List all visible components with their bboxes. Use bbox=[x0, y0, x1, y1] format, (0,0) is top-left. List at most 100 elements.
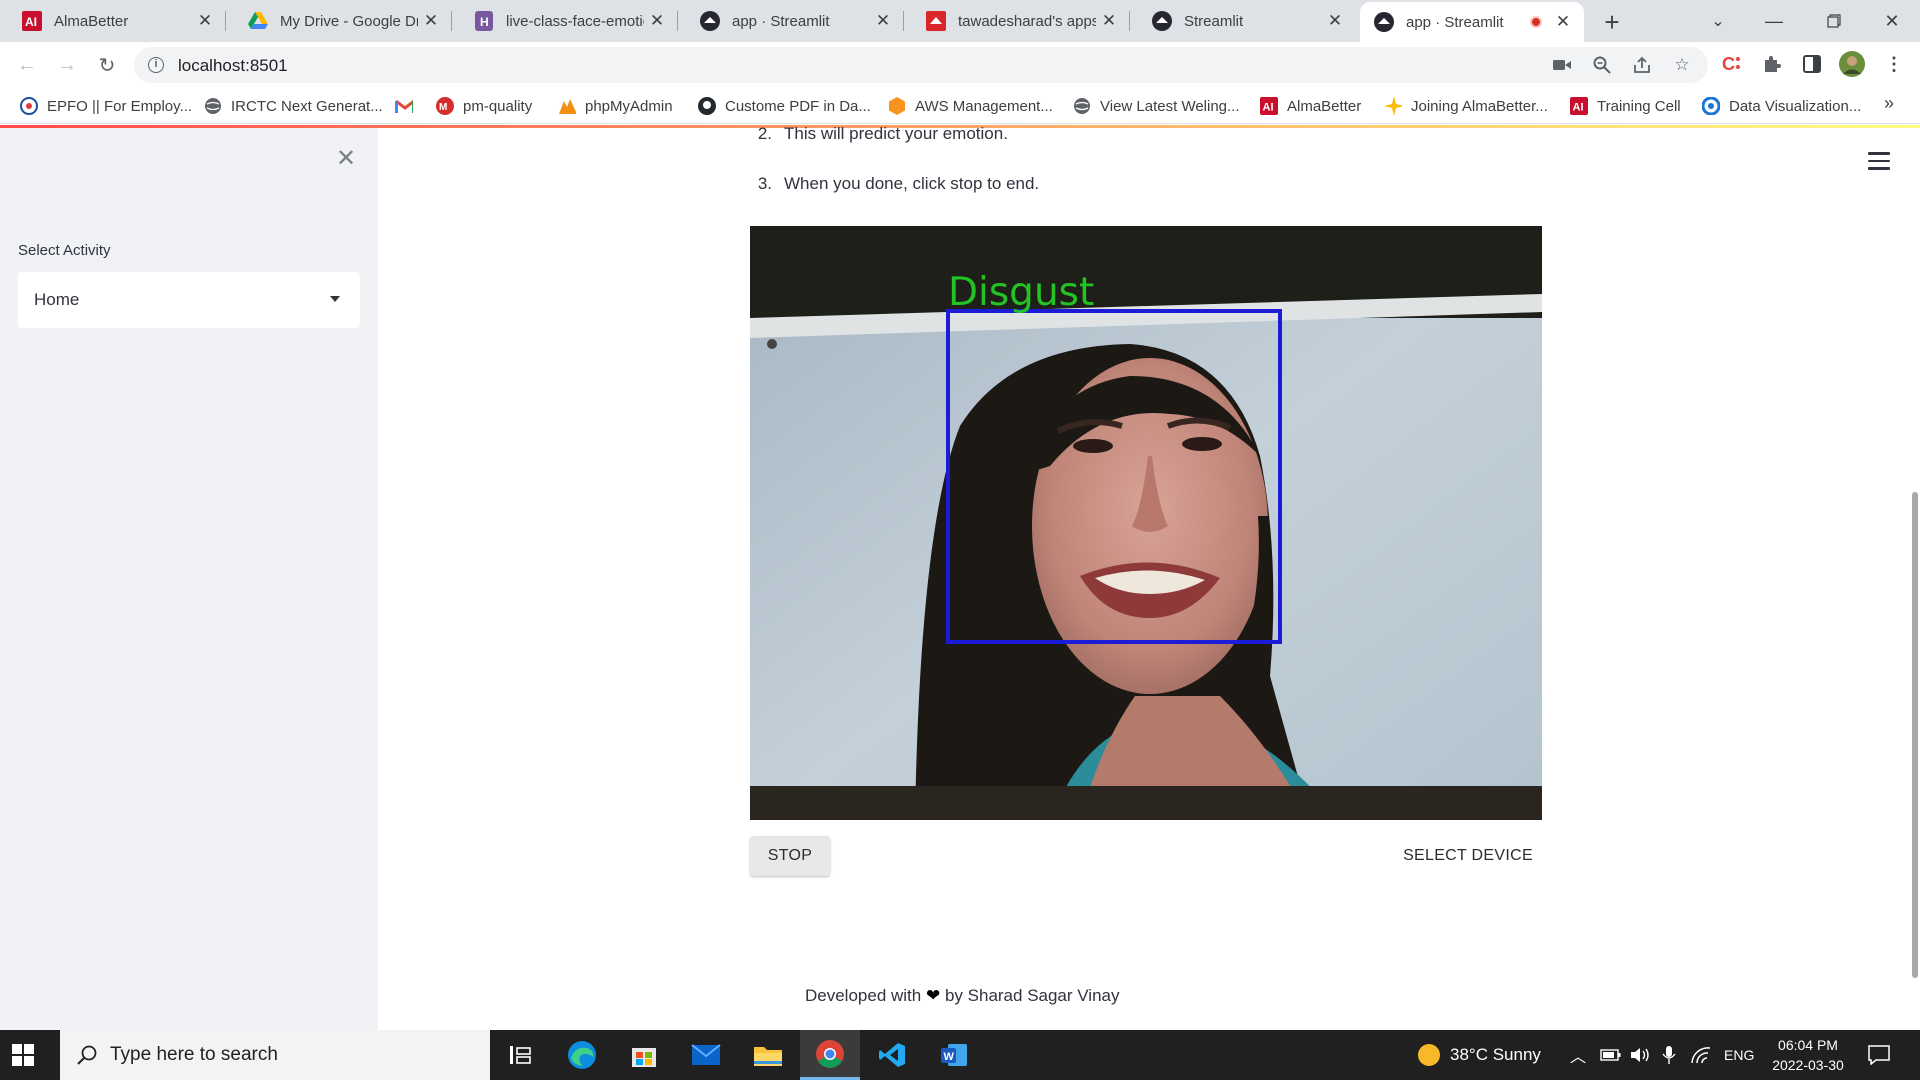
zoom-icon[interactable] bbox=[1591, 54, 1613, 76]
word-icon[interactable]: W bbox=[924, 1030, 984, 1080]
microphone-icon[interactable] bbox=[1662, 1030, 1676, 1080]
tab-streamlit-1[interactable]: app · Streamlit ✕ bbox=[678, 0, 904, 42]
volume-icon[interactable] bbox=[1630, 1030, 1652, 1080]
url-text[interactable]: localhost:8501 bbox=[178, 56, 288, 76]
bookmark-almabetter[interactable]: AI AlmaBetter bbox=[1260, 96, 1361, 116]
instruction-step-2: 2. This will predict your emotion. bbox=[740, 126, 1008, 144]
tab-streamlit-2[interactable]: Streamlit ✕ bbox=[1130, 0, 1356, 42]
tab-streamlit-cloud[interactable]: tawadesharad's apps ✕ bbox=[904, 0, 1130, 42]
back-arrow-icon[interactable]: ← bbox=[12, 50, 42, 80]
tray-overflow-icon[interactable]: ︿ bbox=[1570, 1030, 1586, 1080]
bookmarks-overflow-icon[interactable]: » bbox=[1884, 93, 1894, 114]
system-clock[interactable]: 06:04 PM 2022-03-30 bbox=[1760, 1035, 1856, 1075]
close-icon[interactable]: ✕ bbox=[1322, 8, 1348, 34]
bookmark-gmail[interactable] bbox=[395, 96, 422, 116]
chrome-icon[interactable] bbox=[800, 1030, 860, 1080]
bookmark-weling[interactable]: View Latest Weling... bbox=[1073, 96, 1240, 116]
share-icon[interactable] bbox=[1631, 54, 1653, 76]
tab-search-chevron-icon[interactable]: ⌄ bbox=[1690, 0, 1746, 42]
windows-taskbar: Type here to search W 38°C Sunny ︿ ENG 0… bbox=[0, 1030, 1920, 1080]
window-close-button[interactable]: ✕ bbox=[1864, 0, 1920, 42]
bookmark-label: phpMyAdmin bbox=[585, 97, 673, 115]
taskbar-search[interactable]: Type here to search bbox=[60, 1030, 490, 1080]
sparkle-icon bbox=[1384, 96, 1402, 116]
page-scrollbar[interactable] bbox=[1912, 492, 1918, 978]
close-icon[interactable]: ✕ bbox=[1096, 8, 1122, 34]
extensions-puzzle-icon[interactable] bbox=[1758, 50, 1786, 78]
bookmark-phpmyadmin[interactable]: phpMyAdmin bbox=[558, 96, 673, 116]
github-icon bbox=[698, 97, 716, 115]
bookmark-epfo[interactable]: EPFO || For Employ... bbox=[20, 96, 192, 116]
streamlit-icon bbox=[1152, 11, 1172, 31]
restore-button[interactable] bbox=[1806, 0, 1862, 42]
svg-text:AI: AI bbox=[25, 15, 37, 29]
bookmark-training-cell[interactable]: AI Training Cell bbox=[1570, 96, 1681, 116]
tab-google-drive[interactable]: My Drive - Google Dri ✕ bbox=[226, 0, 452, 42]
clock-date: 2022-03-30 bbox=[1772, 1057, 1844, 1073]
vscode-icon[interactable] bbox=[862, 1030, 922, 1080]
tab-streamlit-active[interactable]: app · Streamlit ✕ bbox=[1360, 2, 1584, 42]
step-number: 3. bbox=[757, 174, 772, 193]
bookmark-pm-quality[interactable]: Mpm-quality bbox=[436, 96, 532, 116]
edge-browser-icon[interactable] bbox=[552, 1030, 612, 1080]
bookmarks-bar: EPFO || For Employ... IRCTC Next Generat… bbox=[0, 88, 1920, 124]
close-icon[interactable]: ✕ bbox=[192, 8, 218, 34]
bookmark-custome-pdf[interactable]: Custome PDF in Da... bbox=[698, 96, 871, 116]
weather-widget[interactable]: 38°C Sunny bbox=[1418, 1030, 1541, 1080]
bookmark-data-visualization[interactable]: Data Visualization... bbox=[1702, 96, 1861, 116]
heroku-icon: H bbox=[474, 11, 494, 31]
close-sidebar-icon[interactable]: ✕ bbox=[334, 145, 358, 172]
almabetter-logo-icon: AI bbox=[1570, 97, 1588, 115]
select-device-button[interactable]: SELECT DEVICE bbox=[1394, 836, 1542, 876]
webcam-video-feed: Disgust bbox=[750, 226, 1542, 820]
bookmark-joining[interactable]: Joining AlmaBetter... bbox=[1384, 96, 1548, 116]
stop-button[interactable]: STOP bbox=[750, 836, 830, 876]
recording-indicator-icon bbox=[1530, 16, 1542, 28]
language-indicator[interactable]: ENG bbox=[1724, 1030, 1754, 1080]
svg-text:M: M bbox=[439, 102, 447, 113]
close-icon[interactable]: ✕ bbox=[870, 8, 896, 34]
sun-icon bbox=[1418, 1044, 1440, 1066]
kebab-menu-icon[interactable]: ⋮ bbox=[1880, 50, 1908, 78]
step-text: When you done, click stop to end. bbox=[784, 174, 1040, 193]
bookmark-aws[interactable]: AWS Management... bbox=[888, 96, 1053, 116]
site-info-icon[interactable]: i bbox=[148, 57, 164, 73]
extension-c-icon[interactable]: C bbox=[1718, 50, 1746, 78]
battery-icon[interactable] bbox=[1600, 1030, 1622, 1080]
minimize-button[interactable]: — bbox=[1746, 0, 1802, 42]
side-panel-icon[interactable] bbox=[1798, 50, 1826, 78]
task-view-icon[interactable] bbox=[490, 1030, 550, 1080]
main-menu-icon[interactable] bbox=[1868, 152, 1890, 170]
close-icon[interactable]: ✕ bbox=[644, 8, 670, 34]
bookmark-label: pm-quality bbox=[463, 97, 533, 115]
tab-almabetter[interactable]: AI AlmaBetter ✕ bbox=[0, 0, 226, 42]
epfo-icon bbox=[20, 97, 38, 115]
close-icon[interactable]: ✕ bbox=[1550, 9, 1576, 35]
forward-arrow-icon[interactable]: → bbox=[52, 50, 82, 80]
bookmark-star-icon[interactable]: ☆ bbox=[1671, 54, 1693, 76]
mail-icon[interactable] bbox=[676, 1030, 736, 1080]
tab-heroku[interactable]: H live-class-face-emotic ✕ bbox=[452, 0, 678, 42]
address-bar[interactable]: i localhost:8501 ☆ bbox=[134, 47, 1708, 83]
bookmark-irctc[interactable]: IRCTC Next Generat... bbox=[204, 96, 383, 116]
close-icon[interactable]: ✕ bbox=[418, 8, 444, 34]
profile-avatar[interactable] bbox=[1838, 50, 1866, 78]
new-tab-button[interactable]: + bbox=[1598, 7, 1626, 37]
file-explorer-icon[interactable] bbox=[738, 1030, 798, 1080]
activity-select[interactable]: Home bbox=[18, 272, 360, 328]
footer-credit: Developed with ❤ by Sharad Sagar Vinay bbox=[805, 986, 1120, 1006]
bookmark-label: Data Visualization... bbox=[1729, 97, 1862, 115]
clock-time: 06:04 PM bbox=[1778, 1037, 1838, 1053]
bookmark-label: EPFO || For Employ... bbox=[47, 97, 193, 115]
wifi-icon[interactable] bbox=[1690, 1030, 1712, 1080]
bookmark-label: IRCTC Next Generat... bbox=[231, 97, 383, 115]
notifications-icon[interactable] bbox=[1868, 1030, 1890, 1080]
camera-icon[interactable] bbox=[1551, 54, 1573, 76]
reload-icon[interactable]: ↻ bbox=[92, 50, 122, 80]
globe-icon bbox=[204, 97, 222, 115]
google-drive-icon bbox=[248, 11, 268, 31]
microsoft-store-icon[interactable] bbox=[614, 1030, 674, 1080]
windows-start-icon[interactable] bbox=[12, 1044, 34, 1066]
bookmark-label: AWS Management... bbox=[915, 97, 1053, 115]
bookmark-label: Joining AlmaBetter... bbox=[1411, 97, 1548, 115]
